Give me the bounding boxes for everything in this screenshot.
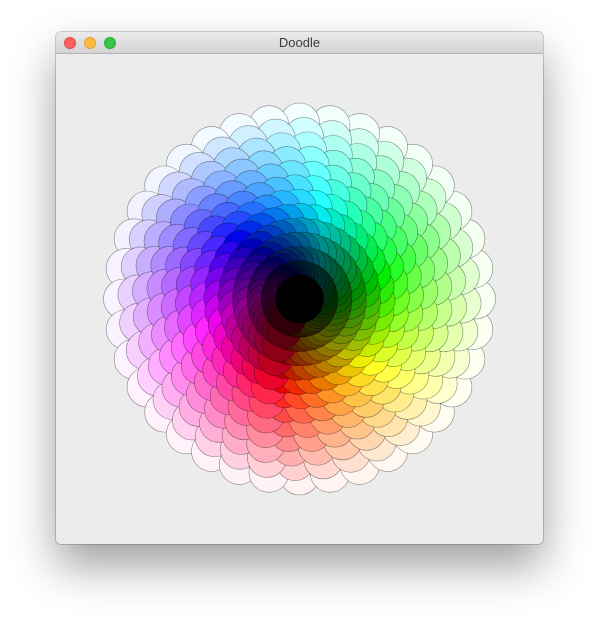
app-window: Doodle [56,32,543,544]
doodle-canvas-area[interactable] [56,54,543,544]
doodle-canvas[interactable] [56,54,543,544]
center-dot [279,279,320,319]
window-title: Doodle [278,35,321,50]
title-bar[interactable]: Doodle [56,32,543,54]
